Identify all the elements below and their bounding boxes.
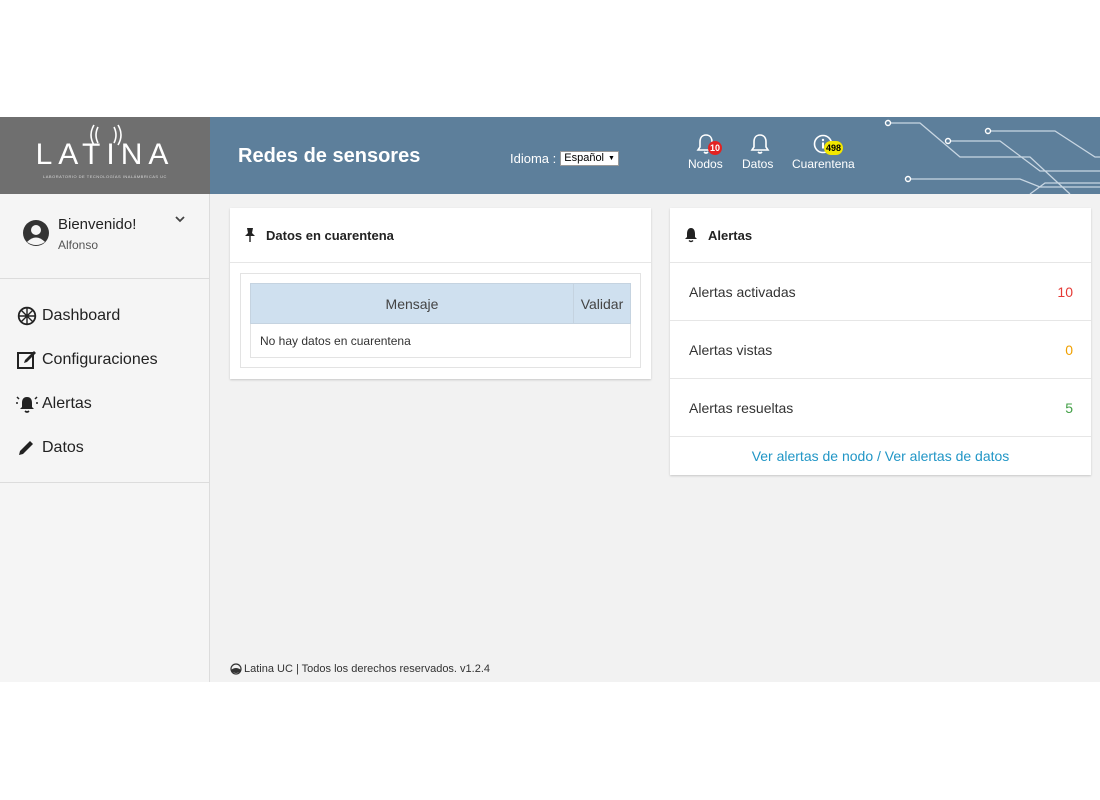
nodos-label: Nodos (688, 157, 723, 171)
user-avatar-icon (23, 220, 49, 246)
table-row: No hay datos en cuarentena (250, 323, 631, 358)
alert-count: 0 (1065, 341, 1073, 358)
latina-logo-icon (230, 663, 242, 675)
user-name: Alfonso (58, 238, 99, 252)
quarantine-table-wrapper: Mensaje Validar No hay datos en cuarente… (240, 273, 641, 368)
alert-count: 10 (1057, 283, 1073, 300)
quarantine-title: Datos en cuarentena (266, 227, 394, 243)
bell-icon (685, 228, 697, 243)
language-selector: Idioma : Español ▼ (510, 151, 619, 166)
alert-row-activadas: Alertas activadas 10 (670, 263, 1091, 321)
sidebar-item-alertas[interactable]: Alertas (0, 382, 209, 426)
alarm-icon (16, 396, 38, 413)
quarantine-card-header: Datos en cuarentena (230, 208, 651, 263)
sidebar-item-label: Dashboard (42, 307, 121, 324)
logo[interactable]: LATINA LABORATORIO DE TECNOLOGÍAS INALÁM… (0, 117, 210, 194)
sidebar-item-label: Alertas (42, 395, 92, 412)
logo-subtitle: LABORATORIO DE TECNOLOGÍAS INALÁMBRICAS … (43, 174, 167, 179)
pin-icon (245, 228, 255, 242)
alert-count: 5 (1065, 399, 1073, 416)
empty-message: No hay datos en cuarentena (250, 323, 631, 358)
cuarentena-badge: 498 (824, 141, 844, 155)
circuit-decoration (884, 119, 1100, 194)
datos-alerts-button[interactable]: Datos (742, 131, 773, 171)
column-header-validar[interactable]: Validar (573, 283, 631, 324)
dropdown-arrow-icon: ▼ (608, 155, 615, 162)
sidebar-menu: Dashboard Configuraciones Alertas Datos (0, 279, 209, 483)
language-value: Español (564, 152, 605, 164)
bell-icon (750, 134, 770, 154)
sidebar-item-datos[interactable]: Datos (0, 426, 209, 470)
nodos-badge: 10 (708, 141, 723, 155)
quarantine-table: Mensaje Validar No hay datos en cuarente… (250, 283, 631, 358)
alert-row-resueltas: Alertas resueltas 5 (670, 379, 1091, 437)
alerts-card: Alertas Alertas activadas 10 Alertas vis… (670, 208, 1091, 475)
footer: Latina UC | Todos los derechos reservado… (230, 663, 490, 675)
wireless-waves-icon (90, 124, 122, 146)
user-panel[interactable]: Bienvenido! Alfonso (0, 194, 209, 279)
cuarentena-button[interactable]: 498 Cuarentena (792, 131, 855, 171)
cuarentena-label: Cuarentena (792, 157, 855, 171)
alert-label: Alertas activadas (689, 283, 796, 300)
sidebar-item-label: Configuraciones (42, 351, 158, 368)
alert-label: Alertas vistas (689, 341, 773, 358)
edit-icon (17, 351, 36, 369)
page-title: Redes de sensores (238, 145, 421, 167)
alerts-card-header: Alertas (670, 208, 1091, 263)
quarantine-card: Datos en cuarentena Mensaje Validar No h… (230, 208, 651, 379)
datos-label: Datos (742, 157, 774, 171)
user-greeting: Bienvenido! (58, 216, 137, 233)
language-label: Idioma : (510, 151, 557, 166)
sidebar-item-configuraciones[interactable]: Configuraciones (0, 338, 209, 382)
language-dropdown[interactable]: Español ▼ (560, 151, 619, 166)
navbar: Redes de sensores Idioma : Español ▼ 10 … (210, 117, 1100, 194)
app-frame: LATINA LABORATORIO DE TECNOLOGÍAS INALÁM… (0, 117, 1100, 682)
top-bar: LATINA LABORATORIO DE TECNOLOGÍAS INALÁM… (0, 117, 1100, 194)
pencil-icon (19, 441, 33, 455)
alert-row-vistas: Alertas vistas 0 (670, 321, 1091, 379)
nodos-alerts-button[interactable]: 10 Nodos (688, 131, 723, 171)
alerts-title: Alertas (708, 227, 753, 243)
sidebar-item-label: Datos (42, 439, 84, 456)
column-header-mensaje[interactable]: Mensaje (250, 283, 574, 324)
footer-text: Latina UC | Todos los derechos reservado… (244, 663, 491, 675)
view-alerts-link[interactable]: Ver alertas de nodo / Ver alertas de dat… (670, 437, 1091, 475)
sidebar-item-dashboard[interactable]: Dashboard (0, 294, 209, 338)
alert-label: Alertas resueltas (689, 399, 794, 416)
sidebar: Bienvenido! Alfonso Dashboard Configurac… (0, 194, 210, 682)
chevron-down-icon[interactable] (174, 214, 186, 224)
dashboard-icon (17, 306, 37, 326)
